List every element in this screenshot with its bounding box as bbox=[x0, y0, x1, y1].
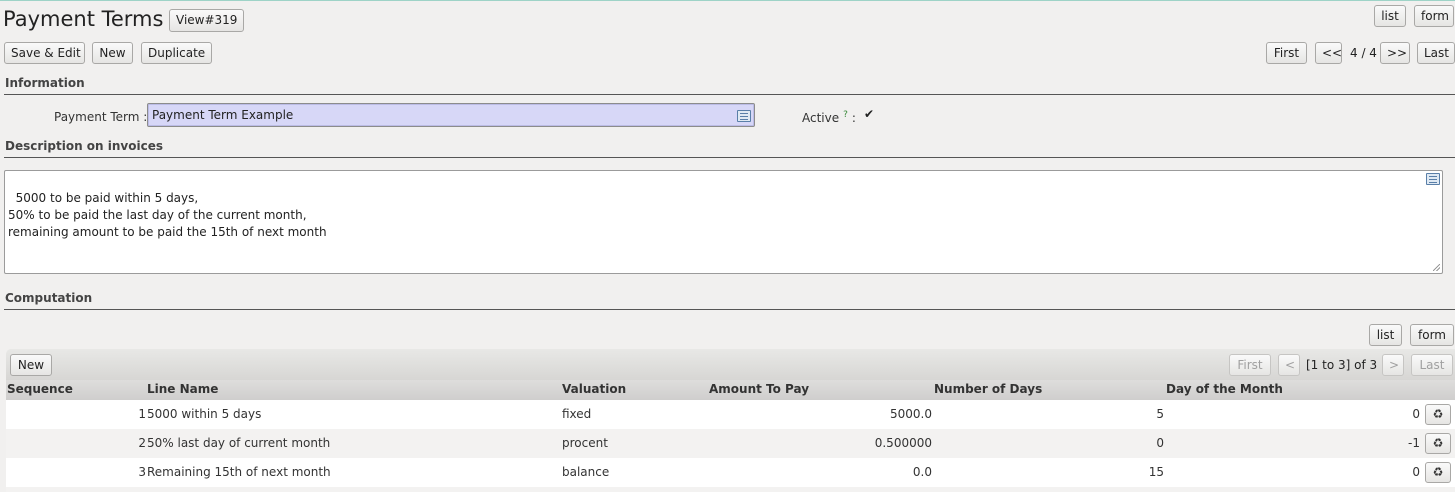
translate-icon[interactable] bbox=[737, 110, 751, 122]
resize-grip-icon[interactable] bbox=[1433, 264, 1440, 271]
last-record-button[interactable]: Last bbox=[1417, 42, 1455, 64]
translate-icon[interactable] bbox=[1426, 173, 1440, 185]
divider bbox=[4, 157, 1455, 158]
cell-day-of-month: 0 bbox=[1412, 465, 1420, 479]
cell-sequence: 2 bbox=[138, 436, 146, 450]
section-title-computation: Computation bbox=[5, 291, 93, 305]
grid-new-button[interactable]: New bbox=[10, 354, 52, 376]
delete-row-icon[interactable]: ♻ bbox=[1425, 433, 1451, 454]
column-header-days[interactable]: Number of Days bbox=[934, 382, 1042, 396]
cell-valuation: balance bbox=[562, 465, 610, 479]
cell-valuation: procent bbox=[562, 436, 608, 450]
column-header-valuation[interactable]: Valuation bbox=[562, 382, 626, 396]
save-edit-button[interactable]: Save & Edit bbox=[4, 42, 85, 64]
duplicate-button[interactable]: Duplicate bbox=[141, 42, 212, 64]
cell-sequence: 3 bbox=[138, 465, 146, 479]
table-row[interactable]: 3 Remaining 15th of next month balance 0… bbox=[6, 458, 1455, 487]
grid-first-button[interactable]: First bbox=[1229, 354, 1271, 376]
delete-row-icon[interactable]: ♻ bbox=[1425, 404, 1451, 425]
cell-day-of-month: -1 bbox=[1408, 436, 1420, 450]
grid-footer bbox=[6, 487, 1455, 492]
active-colon: : bbox=[851, 111, 856, 125]
cell-line-name: 5000 within 5 days bbox=[147, 407, 262, 421]
payment-term-label: Payment Term : bbox=[54, 110, 148, 124]
cell-amount: 5000.0 bbox=[890, 407, 932, 421]
table-row[interactable]: 2 50% last day of current month procent … bbox=[6, 429, 1455, 458]
cell-line-name: Remaining 15th of next month bbox=[147, 465, 331, 479]
active-checkbox[interactable]: ✔ bbox=[863, 108, 875, 120]
cell-days: 15 bbox=[1148, 465, 1164, 479]
grid-last-button[interactable]: Last bbox=[1411, 354, 1453, 376]
cell-days: 0 bbox=[1156, 436, 1164, 450]
view-id-button[interactable]: View#319 bbox=[169, 9, 245, 32]
list-view-button[interactable]: list bbox=[1374, 5, 1406, 27]
delete-row-icon[interactable]: ♻ bbox=[1425, 462, 1451, 483]
section-title-information: Information bbox=[5, 76, 85, 90]
column-header-line-name[interactable]: Line Name bbox=[147, 382, 218, 396]
payment-term-input[interactable]: Payment Term Example bbox=[147, 103, 755, 127]
new-button[interactable]: New bbox=[92, 42, 133, 64]
column-header-amount[interactable]: Amount To Pay bbox=[709, 382, 809, 396]
next-record-button[interactable]: >> bbox=[1380, 42, 1410, 64]
cell-amount: 0.0 bbox=[912, 465, 932, 479]
cell-sequence: 1 bbox=[138, 407, 146, 421]
record-position: 4 / 4 bbox=[1350, 46, 1377, 60]
page-title: Payment Terms bbox=[3, 7, 164, 31]
prev-record-button[interactable]: << bbox=[1315, 42, 1342, 64]
grid-prev-button[interactable]: < bbox=[1278, 354, 1300, 376]
description-text: 5000 to be paid within 5 days, 50% to be… bbox=[8, 191, 327, 239]
cell-valuation: fixed bbox=[562, 407, 592, 421]
first-record-button[interactable]: First bbox=[1266, 42, 1307, 64]
form-view-button[interactable]: form bbox=[1414, 5, 1454, 27]
grid-range: [1 to 3] of 3 bbox=[1306, 358, 1378, 372]
cell-days: 5 bbox=[1156, 407, 1164, 421]
grid-form-view-button[interactable]: form bbox=[1410, 324, 1454, 346]
column-header-day-of-month[interactable]: Day of the Month bbox=[1166, 382, 1283, 396]
help-icon[interactable]: ? bbox=[843, 110, 848, 120]
grid-header: Sequence Line Name Valuation Amount To P… bbox=[6, 380, 1455, 400]
column-header-sequence[interactable]: Sequence bbox=[7, 382, 73, 396]
description-textarea[interactable]: 5000 to be paid within 5 days, 50% to be… bbox=[4, 170, 1443, 274]
cell-amount: 0.500000 bbox=[874, 436, 932, 450]
cell-line-name: 50% last day of current month bbox=[147, 436, 331, 450]
grid-list-view-button[interactable]: list bbox=[1369, 324, 1402, 346]
divider bbox=[4, 309, 1455, 310]
table-row[interactable]: 1 5000 within 5 days fixed 5000.0 5 0 ♻ bbox=[6, 400, 1455, 429]
grid-next-button[interactable]: > bbox=[1382, 354, 1404, 376]
active-label: Active?: bbox=[802, 110, 856, 125]
section-title-description: Description on invoices bbox=[5, 139, 163, 153]
active-label-text: Active bbox=[802, 111, 840, 125]
cell-day-of-month: 0 bbox=[1412, 407, 1420, 421]
divider bbox=[4, 94, 1455, 95]
